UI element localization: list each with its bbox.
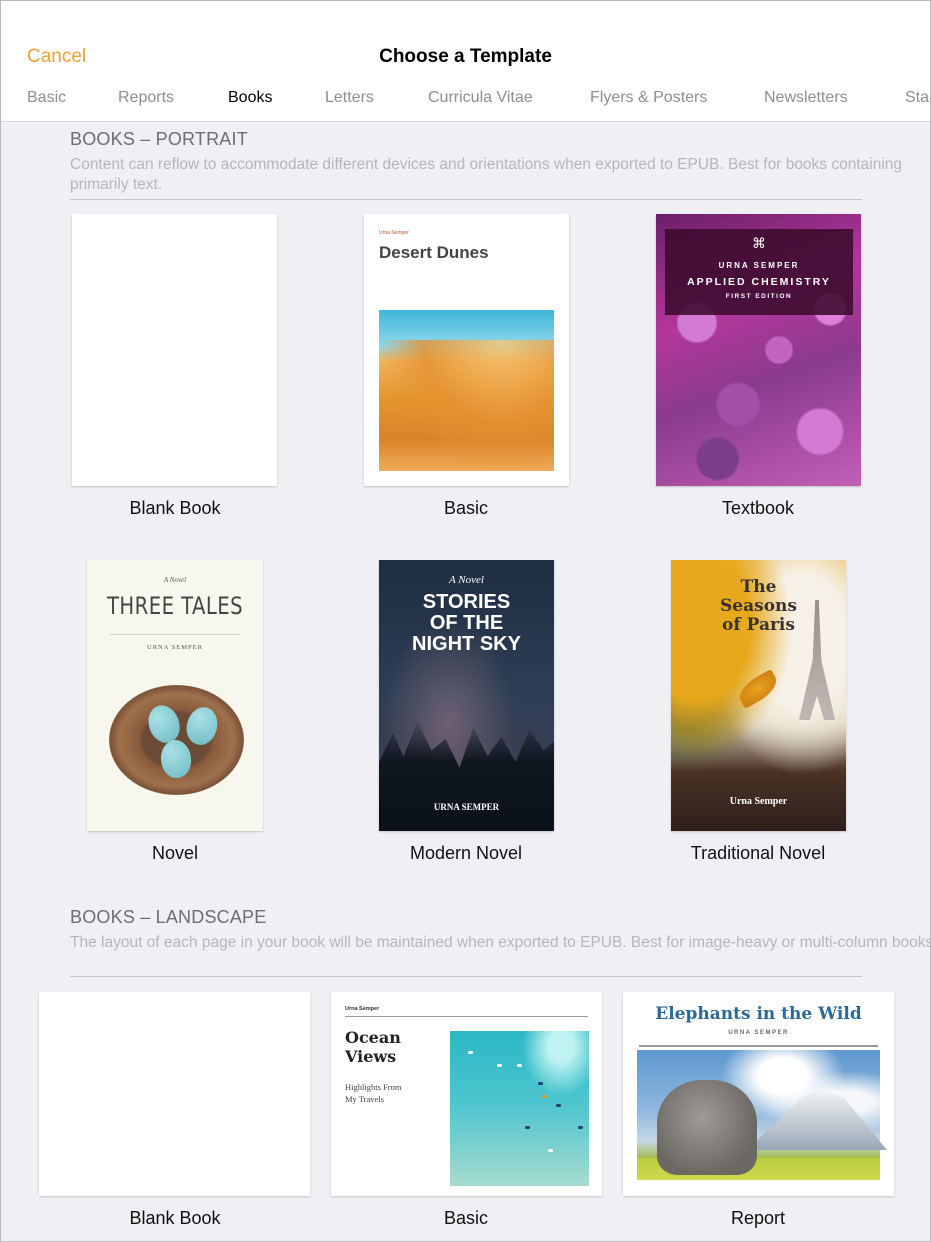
- cover-author: URNA SEMPER: [728, 1030, 789, 1036]
- cover-author: URNA SEMPER: [433, 802, 500, 812]
- template-label: Basic: [443, 498, 488, 518]
- template-blank-book-portrait[interactable]: [72, 214, 277, 486]
- template-label: Blank Book: [129, 1208, 221, 1228]
- cover-author: Urna Semper: [379, 230, 409, 236]
- dune-highlight: [379, 340, 554, 471]
- cover-author: Urna Semper: [345, 1006, 380, 1012]
- template-label: Blank Book: [129, 498, 221, 518]
- template-label: Novel: [151, 843, 199, 863]
- cover-pretitle: A Novel: [163, 576, 187, 584]
- egg: [159, 738, 193, 780]
- template-label: Traditional Novel: [690, 843, 826, 863]
- cover-title: Ocean Views: [345, 1028, 401, 1066]
- tab-newsletters[interactable]: Newsletters: [764, 89, 848, 107]
- cover-title: APPLIED CHEMISTRY: [687, 276, 831, 288]
- cover-title: Desert Dunes: [379, 243, 489, 262]
- tab-stationery[interactable]: Sta: [905, 89, 929, 107]
- template-modern-novel[interactable]: A Novel STORIES OF THE NIGHT SKY URNA SEMP…: [379, 560, 554, 831]
- template-label: Report: [730, 1208, 786, 1228]
- cover-title: Elephants in the Wild: [655, 1004, 862, 1024]
- section-divider: [70, 199, 862, 200]
- surfer: [578, 1126, 583, 1129]
- elephant-image: [637, 1050, 887, 1180]
- surfer: [468, 1051, 473, 1054]
- elephant-shape: [657, 1080, 757, 1175]
- template-label: Modern Novel: [409, 843, 523, 863]
- section-divider: [70, 976, 862, 977]
- surfer: [556, 1104, 561, 1107]
- cover-title-box: ⌘ URNA SEMPER APPLIED CHEMISTRY FIRST ED…: [665, 229, 853, 315]
- template-textbook[interactable]: ⌘ URNA SEMPER APPLIED CHEMISTRY FIRST ED…: [656, 214, 861, 486]
- surfer: [548, 1149, 553, 1152]
- surfer: [525, 1126, 530, 1129]
- template-novel[interactable]: A Novel THREE TALES URNA SEMPER: [87, 560, 263, 831]
- surfer: [542, 1095, 547, 1098]
- cover-title: The Seasons of Paris: [720, 577, 797, 635]
- page-title: Choose a Template: [379, 46, 552, 67]
- navigation-bar: Cancel Choose a Template Basic Reports B…: [1, 1, 930, 122]
- tab-curricula-vitae[interactable]: Curricula Vitae: [428, 89, 533, 107]
- cover-divider: [639, 1045, 878, 1047]
- leaf-image: [734, 668, 782, 710]
- cover-divider: [345, 1016, 588, 1017]
- nest-image: [109, 685, 244, 795]
- ocean-image: [450, 1031, 589, 1186]
- cover-divider: [111, 634, 239, 635]
- cover-edition: FIRST EDITION: [725, 293, 793, 300]
- cover-author: URNA SEMPER: [718, 261, 800, 270]
- surfer: [517, 1064, 522, 1067]
- tab-books[interactable]: Books: [228, 89, 272, 107]
- cover-title: THREE TALES: [107, 592, 243, 620]
- category-tabs: Basic Reports Books Letters Curricula Vi…: [1, 89, 930, 113]
- molecule-icon: ⌘: [752, 235, 766, 251]
- section-description-landscape: The layout of each page in your book wil…: [70, 934, 931, 951]
- section-description-portrait: Content can reflow to accommodate differ…: [70, 156, 903, 193]
- cover-author: Urna Semper: [729, 796, 788, 807]
- section-title-portrait: BOOKS – PORTRAIT: [70, 129, 248, 149]
- cover-pretitle: A Novel: [449, 574, 484, 586]
- surfer: [538, 1082, 543, 1085]
- egg: [182, 703, 222, 749]
- tab-reports[interactable]: Reports: [118, 89, 174, 107]
- template-basic-landscape[interactable]: Urna Semper Ocean Views Highlights From My…: [331, 992, 602, 1196]
- section-title-landscape: BOOKS – LANDSCAPE: [70, 907, 267, 927]
- template-label: Basic: [443, 1208, 488, 1228]
- cover-author: URNA SEMPER: [147, 644, 203, 651]
- template-basic-portrait[interactable]: Urna Semper Desert Dunes: [364, 214, 569, 486]
- tab-flyers-posters[interactable]: Flyers & Posters: [590, 89, 707, 107]
- tab-letters[interactable]: Letters: [325, 89, 374, 107]
- mountain-shape: [747, 1090, 887, 1150]
- forest-silhouette: [379, 721, 554, 831]
- cover-title: STORIES OF THE NIGHT SKY: [412, 591, 521, 655]
- tab-basic[interactable]: Basic: [27, 89, 66, 107]
- template-label: Textbook: [721, 498, 795, 518]
- template-blank-book-landscape[interactable]: [39, 992, 310, 1196]
- template-traditional-novel[interactable]: The Seasons of Paris Urna Semper: [671, 560, 846, 831]
- cover-subtitle: Highlights From My Travels: [345, 1082, 402, 1104]
- template-report[interactable]: Elephants in the Wild URNA SEMPER: [623, 992, 894, 1196]
- surfer: [497, 1064, 502, 1067]
